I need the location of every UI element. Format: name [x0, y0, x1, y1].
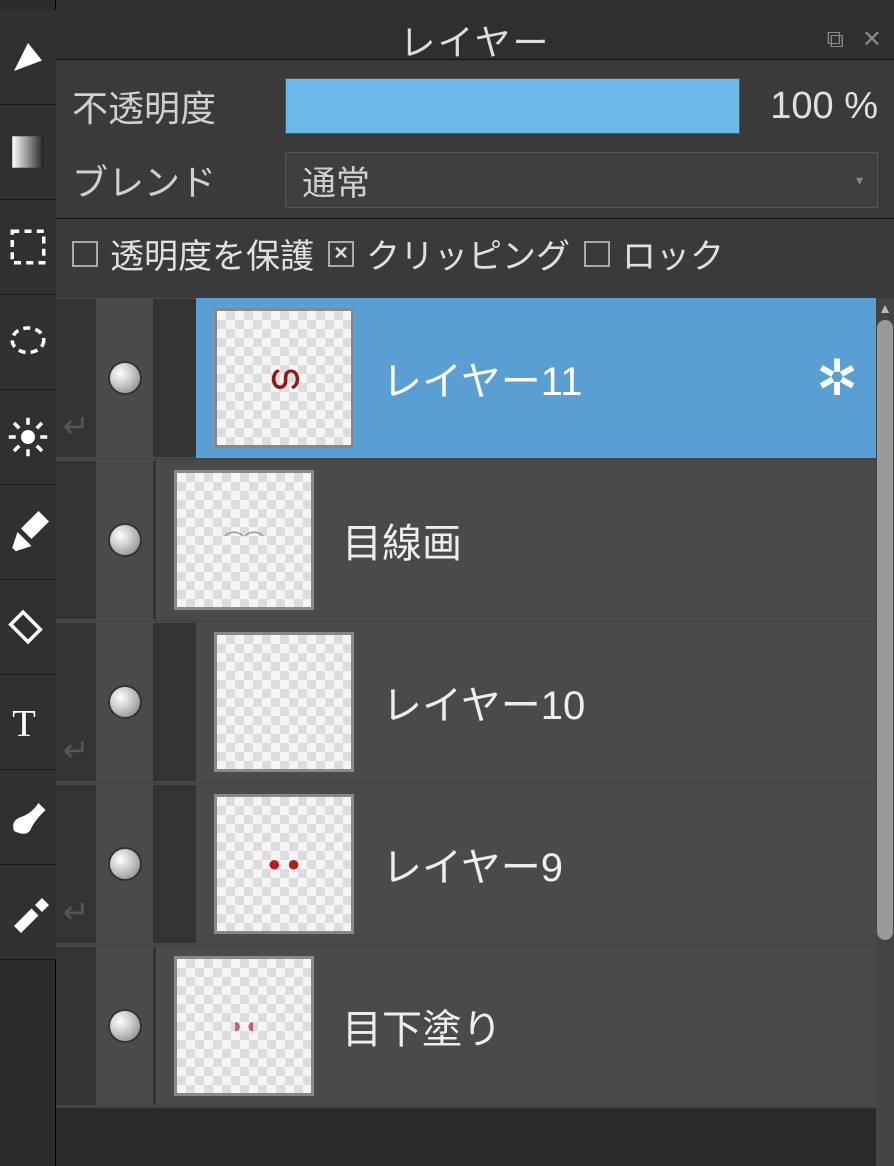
clipping-checkbox[interactable]: クリッピング [328, 229, 570, 278]
layer-row[interactable]: ◗◖ 目下塗り [56, 946, 876, 1108]
layer-controls: 不透明度 100 % ブレンド 通常 [56, 60, 894, 219]
scroll-thumb[interactable] [877, 320, 893, 940]
lock-checkbox[interactable]: ロック [584, 229, 724, 278]
panel-header: レイヤー ⧉ ✕ [56, 0, 894, 60]
opacity-label: 不透明度 [72, 80, 267, 132]
layer-row[interactable]: ⌒⌒ 目線画 [56, 460, 876, 622]
tool-eraser[interactable] [0, 580, 56, 675]
checkbox-icon [72, 241, 98, 267]
tool-fill[interactable] [0, 10, 56, 105]
tool-text[interactable]: T [0, 675, 56, 770]
svg-text:T: T [12, 703, 36, 743]
layer-row[interactable]: ↵ レイヤー10 [56, 622, 876, 784]
layer-row[interactable]: ↵ ഗ レイヤー11 ✲ [56, 298, 876, 460]
clip-indicator: ↵ [56, 623, 96, 781]
layer-name: レイヤー9 [382, 835, 858, 893]
layer-thumbnail: ഗ [214, 308, 354, 448]
tool-brush[interactable] [0, 770, 56, 865]
opacity-value: 100 % [758, 85, 878, 128]
layer-name: レイヤー11 [382, 349, 788, 407]
tool-brightness[interactable] [0, 390, 56, 485]
panel-title: レイヤー [400, 14, 551, 66]
layers-area: ↵ ഗ レイヤー11 ✲ ⌒⌒ 目線画 ↵ [56, 298, 894, 1166]
visibility-toggle[interactable] [108, 847, 142, 881]
close-icon[interactable]: ✕ [862, 25, 882, 54]
visibility-toggle[interactable] [108, 1009, 142, 1043]
layer-thumbnail: ◗◖ [174, 956, 314, 1096]
visibility-toggle[interactable] [108, 361, 142, 395]
clip-indicator: ↵ [56, 299, 96, 457]
tool-sidebar: T [0, 0, 56, 1166]
layer-row[interactable]: ↵ ● ● レイヤー9 [56, 784, 876, 946]
clip-indicator [56, 947, 96, 1105]
tool-pencil[interactable] [0, 485, 56, 580]
layers-list: ↵ ഗ レイヤー11 ✲ ⌒⌒ 目線画 ↵ [56, 298, 876, 1166]
scroll-up-icon[interactable]: ▲ [876, 300, 894, 316]
gear-icon[interactable]: ✲ [816, 349, 858, 407]
layer-name: 目線画 [342, 511, 858, 569]
layer-name: 目下塗り [342, 997, 858, 1055]
protect-opacity-checkbox[interactable]: 透明度を保護 [72, 229, 314, 278]
clip-indicator [56, 461, 96, 619]
layer-flags: 透明度を保護 クリッピング ロック [56, 219, 894, 298]
layer-thumbnail: ⌒⌒ [174, 470, 314, 610]
checkbox-icon [328, 241, 354, 267]
visibility-toggle[interactable] [108, 685, 142, 719]
layers-panel: レイヤー ⧉ ✕ 不透明度 100 % ブレンド 通常 透明度を保護 クリッピン [56, 0, 894, 1166]
layers-scrollbar[interactable]: ▲ [876, 298, 894, 1166]
checkbox-icon [584, 241, 610, 267]
opacity-slider[interactable] [285, 78, 740, 134]
layer-thumbnail [214, 632, 354, 772]
layer-thumbnail: ● ● [214, 794, 354, 934]
clip-indicator: ↵ [56, 785, 96, 943]
tool-lasso-select[interactable] [0, 295, 56, 390]
layer-name: レイヤー10 [382, 673, 858, 731]
visibility-toggle[interactable] [108, 523, 142, 557]
tool-eyedropper[interactable] [0, 865, 56, 960]
blend-mode-select[interactable]: 通常 [285, 152, 878, 208]
blend-label: ブレンド [72, 154, 267, 206]
tool-rect-select[interactable] [0, 200, 56, 295]
tool-gradient[interactable] [0, 105, 56, 200]
popout-icon[interactable]: ⧉ [827, 26, 844, 54]
